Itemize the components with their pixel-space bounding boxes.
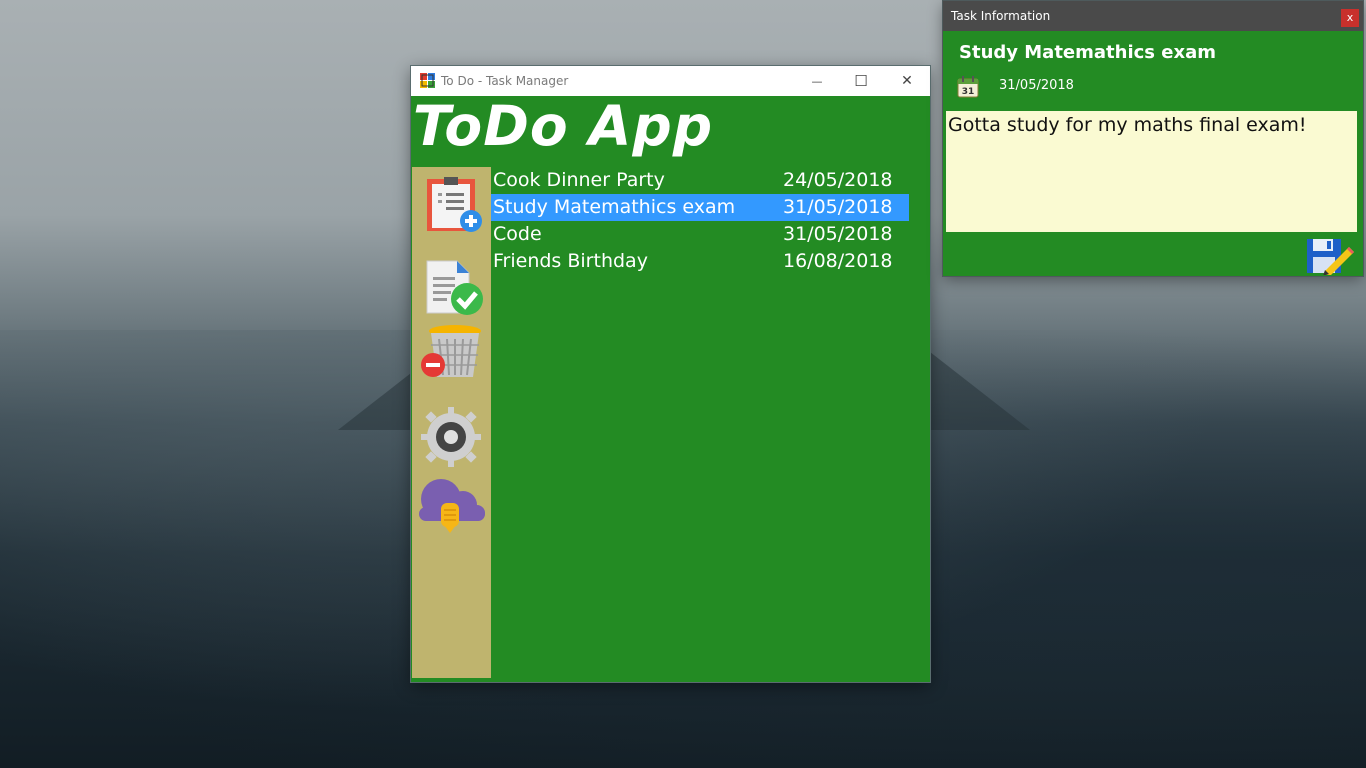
window-title: To Do - Task Manager (441, 74, 569, 88)
task-name: Code (493, 223, 542, 245)
minimize-button[interactable]: — (794, 66, 840, 96)
task-name: Study Matemathics exam (493, 196, 736, 218)
complete-task-icon (426, 260, 483, 315)
cloud-icon (419, 479, 485, 533)
add-task-button[interactable] (417, 175, 485, 239)
close-button[interactable]: ✕ (884, 66, 930, 96)
todo-main-window: To Do - Task Manager — ☐ ✕ ToDo App Cook… (411, 66, 930, 682)
close-icon: ✕ (901, 73, 913, 89)
app-heading: ToDo App (413, 94, 714, 158)
task-date: 16/08/2018 (783, 250, 893, 272)
maximize-button[interactable]: ☐ (838, 66, 884, 96)
task-row[interactable]: Friends Birthday 16/08/2018 (491, 248, 909, 275)
sidebar (412, 167, 491, 678)
complete-task-button[interactable] (417, 255, 485, 319)
app-icon (420, 73, 435, 88)
delete-task-button[interactable] (417, 323, 485, 387)
task-date: 24/05/2018 (783, 169, 893, 191)
info-task-title: Study Matemathics exam (959, 42, 1217, 63)
task-notes-textarea[interactable]: Gotta study for my maths final exam! (946, 111, 1357, 232)
delete-task-icon (421, 325, 481, 377)
info-titlebar[interactable]: Task Information x (943, 1, 1363, 31)
task-info-window: Task Information x Study Matemathics exa… (943, 1, 1363, 276)
save-edit-icon[interactable] (1305, 237, 1355, 275)
settings-button[interactable] (417, 405, 485, 469)
calendar-day: 31 (962, 87, 975, 97)
task-name: Cook Dinner Party (493, 169, 665, 191)
gear-icon (421, 407, 481, 467)
minimize-icon: — (811, 74, 823, 88)
cloud-sync-button[interactable] (417, 473, 485, 537)
info-close-button[interactable]: x (1341, 9, 1359, 27)
add-task-icon (427, 177, 482, 232)
window-titlebar[interactable]: To Do - Task Manager — ☐ ✕ (411, 66, 930, 96)
task-date: 31/05/2018 (783, 196, 893, 218)
task-row[interactable]: Code 31/05/2018 (491, 221, 909, 248)
maximize-icon: ☐ (854, 72, 868, 90)
task-row[interactable]: Cook Dinner Party 24/05/2018 (491, 167, 909, 194)
task-row-selected[interactable]: Study Matemathics exam 31/05/2018 (491, 194, 909, 221)
info-date: 31/05/2018 (999, 78, 1074, 93)
task-date: 31/05/2018 (783, 223, 893, 245)
info-window-title: Task Information (951, 9, 1051, 23)
calendar-icon: 31 (957, 76, 979, 98)
task-name: Friends Birthday (493, 250, 648, 272)
